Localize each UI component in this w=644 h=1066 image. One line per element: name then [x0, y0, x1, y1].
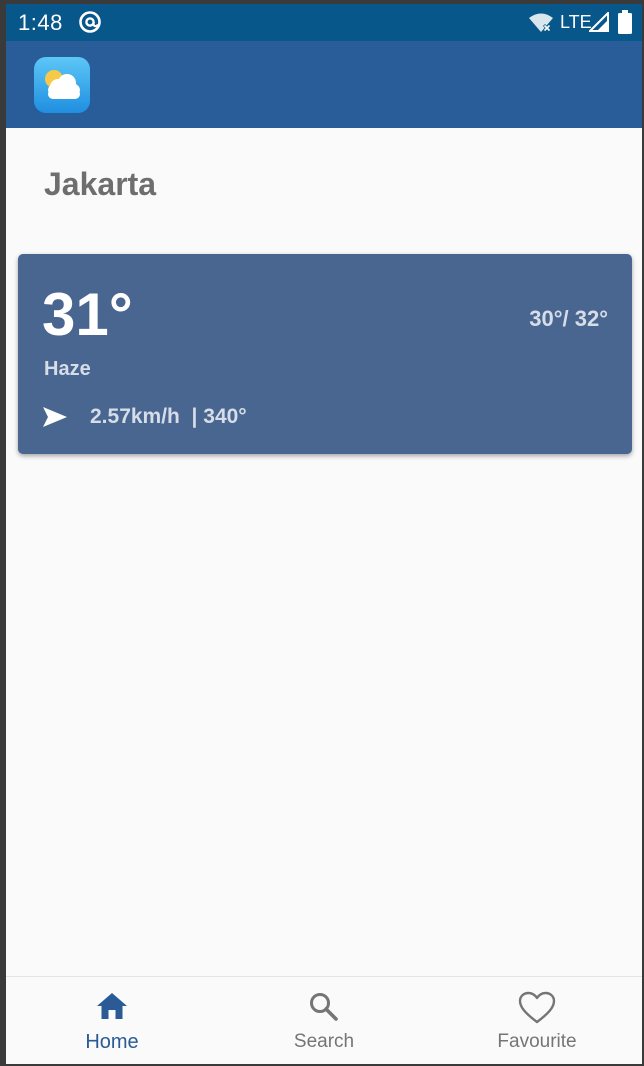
navigation-arrow-icon	[43, 407, 67, 427]
status-time: 1:48	[18, 10, 63, 35]
at-sign-notification-icon	[79, 11, 101, 33]
home-icon	[97, 993, 127, 1019]
phone-screen: 1:48 LTE Jakarta 31° 30°/ 32° Haze 2.57k…	[6, 4, 642, 1064]
nav-search-label: Search	[293, 1031, 355, 1052]
nav-favourite-label: Favourite	[497, 1031, 577, 1052]
weather-partly-cloudy-icon	[34, 57, 90, 113]
city-name: Jakarta	[44, 166, 157, 202]
nav-favourite[interactable]: Favourite	[467, 977, 607, 1064]
battery-icon	[618, 10, 632, 34]
nav-home[interactable]: Home	[42, 977, 182, 1064]
heart-icon	[518, 991, 556, 1024]
app-bar	[6, 41, 642, 128]
nav-home-label: Home	[85, 1031, 139, 1053]
min-max-temperature: 30°/ 32°	[529, 306, 608, 331]
network-type: LTE	[560, 12, 592, 32]
wind-speed-direction: 2.57km/h | 340°	[90, 405, 247, 428]
weather-card[interactable]: 31° 30°/ 32° Haze 2.57km/h | 340°	[18, 254, 632, 454]
signal-strength-icon	[589, 12, 609, 32]
wifi-off-icon	[529, 13, 553, 33]
bottom-navigation: Home Search Favourite	[6, 976, 642, 1064]
weather-condition: Haze	[44, 358, 91, 380]
nav-search[interactable]: Search	[254, 977, 394, 1064]
status-bar: 1:48 LTE	[6, 4, 642, 41]
current-temperature: 31°	[42, 281, 133, 348]
search-icon	[310, 993, 338, 1021]
